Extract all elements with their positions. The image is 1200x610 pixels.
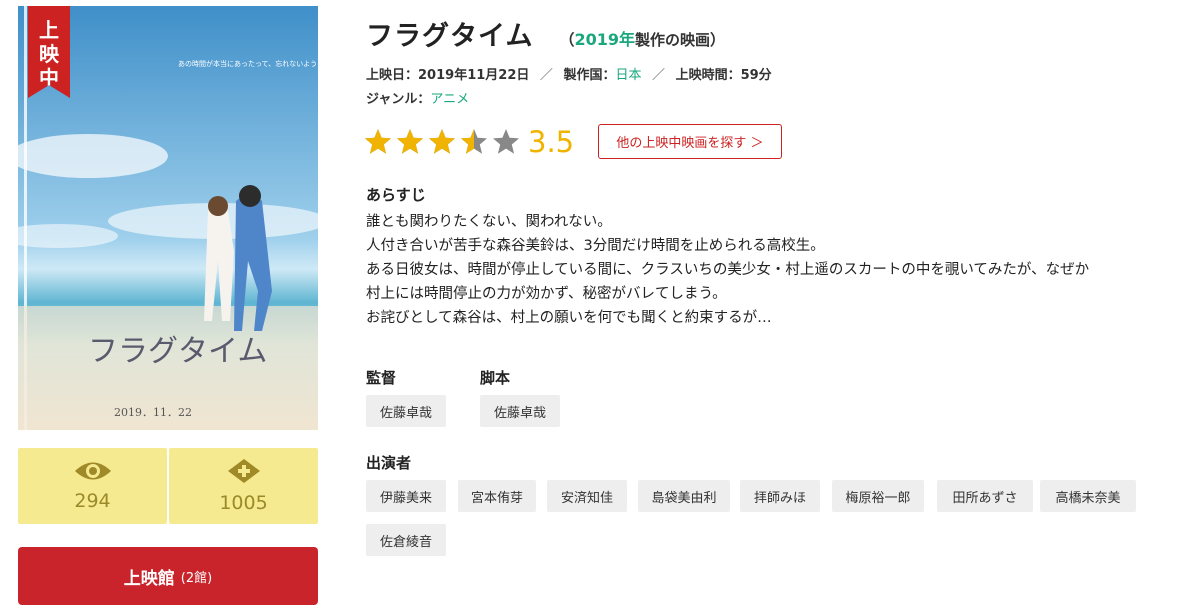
country-link[interactable]: 日本 <box>615 68 641 83</box>
views-stat[interactable]: 294 <box>18 448 167 524</box>
cast-chip[interactable]: 佐倉綾音 <box>366 524 446 556</box>
star-icon <box>493 128 519 154</box>
director-chip[interactable]: 佐藤卓哉 <box>366 395 446 427</box>
title-row: フラグタイム （2019年製作の映画） <box>366 14 725 53</box>
synopsis-heading: あらすじ <box>366 186 426 204</box>
runtime-value: 59分 <box>740 68 772 83</box>
clips-count: 1005 <box>219 492 268 514</box>
eye-icon <box>74 462 111 480</box>
poster-date-text: 2019．11．22 <box>114 406 192 419</box>
movie-title: フラグタイム <box>366 21 534 52</box>
poster-title-text: フラグタイム <box>88 334 267 369</box>
separator: ／ <box>652 68 666 83</box>
synopsis-text: 誰とも関わりたくない、関われない。 人付き合いが苦手な森谷美鈴は、3分間だけ時間… <box>366 210 1184 330</box>
genre-link[interactable]: アニメ <box>430 92 469 107</box>
country-label: 製作国： <box>563 68 616 83</box>
theaters-button-label: 上映館 <box>123 568 175 589</box>
genre-label: ジャンル： <box>366 92 431 107</box>
synopsis-line: お詫びとして森谷は、村上の願いを何でも聞くと約束するが… <box>366 310 772 326</box>
writer-chip[interactable]: 佐藤卓哉 <box>480 395 560 427</box>
synopsis-line: 誰とも関わりたくない、関われない。 <box>366 214 612 230</box>
cast-heading: 出演者 <box>366 454 412 472</box>
star-rating <box>364 128 520 156</box>
cast-chip[interactable]: 高橋未奈美 <box>1040 480 1136 512</box>
synopsis-line: ある日彼女は、時間が停止している間に、クラスいちの美少女・村上遥のスカートの中を… <box>366 262 1090 278</box>
cast-chip[interactable]: 島袋美由利 <box>638 480 730 512</box>
star-icon <box>365 128 391 154</box>
cast-chip[interactable]: 梅原裕一郎 <box>832 480 924 512</box>
director-heading: 監督 <box>366 369 397 387</box>
star-icon <box>397 128 423 154</box>
cast-chip[interactable]: 拝師みほ <box>740 480 820 512</box>
separator: ／ <box>539 68 553 83</box>
star-icon <box>429 128 455 154</box>
poster-tagline: あの時間が本当にあったって、忘れないように。 <box>178 59 318 68</box>
views-count: 294 <box>74 490 111 512</box>
genre-row: ジャンル：アニメ <box>366 88 469 107</box>
release-label: 上映日： <box>366 68 419 83</box>
ribbon-char-1: 上 <box>39 18 59 42</box>
ribbon-char-2: 映 <box>39 42 59 66</box>
release-date: 2019年11月22日 <box>418 68 530 83</box>
clips-stat[interactable]: 1005 <box>169 448 318 524</box>
cast-chip[interactable]: 安済知佳 <box>547 480 627 512</box>
production-suffix: 製作の映画） <box>635 31 726 49</box>
stats-panel: 294 1005 <box>18 448 318 524</box>
cast-chip[interactable]: 田所あずさ <box>937 480 1033 512</box>
now-showing-ribbon: 上 映 中 <box>28 6 70 98</box>
cast-chip[interactable]: 伊藤美来 <box>366 480 446 512</box>
synopsis-line: 人付き合いが苦手な森谷美鈴は、3分間だけ時間を止められる高校生。 <box>366 238 825 254</box>
find-showing-movies-button[interactable]: 他の上映中映画を探す ＞ <box>598 124 782 159</box>
runtime-label: 上映時間： <box>675 68 741 83</box>
writer-heading: 脚本 <box>480 369 511 387</box>
synopsis-line: 村上には時間停止の力が効かず、秘密がバレてしまう。 <box>366 286 727 302</box>
rating-score: 3.5 <box>528 124 575 159</box>
cast-chip[interactable]: 宮本侑芽 <box>458 480 536 512</box>
star-icon <box>461 128 487 154</box>
rating-row: 3.5 他の上映中映画を探す ＞ <box>364 124 782 159</box>
production-year-link[interactable]: 2019年 <box>574 30 635 49</box>
clip-add-icon <box>227 459 260 483</box>
theaters-count: (2館) <box>180 570 213 586</box>
paren-open: （ <box>559 31 575 49</box>
production-info: （2019年製作の映画） <box>559 26 725 50</box>
movie-meta: 上映日：2019年11月22日 ／ 製作国：日本 ／ 上映時間：59分 <box>366 64 772 83</box>
theaters-button[interactable]: 上映館 (2館) <box>18 547 318 605</box>
